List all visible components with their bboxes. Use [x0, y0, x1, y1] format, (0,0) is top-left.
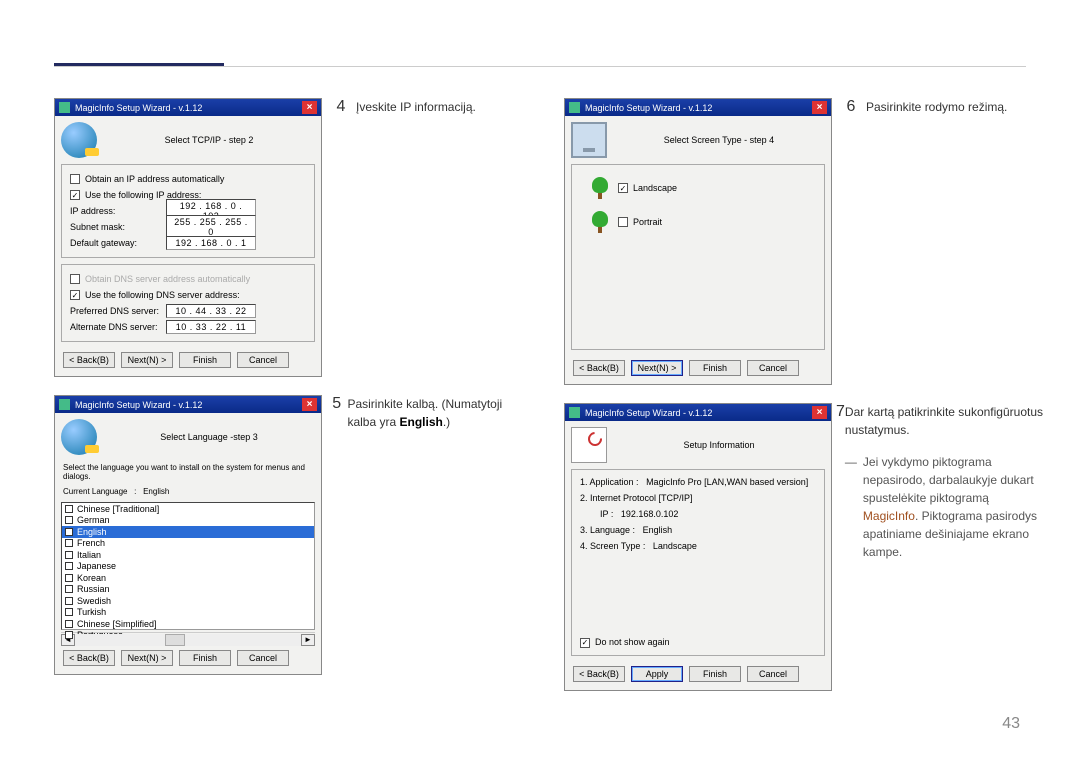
titlebar: MagicInfo Setup Wizard - v.1.12 ×: [565, 404, 831, 421]
next-button[interactable]: Next(N) >: [121, 352, 173, 368]
list-item[interactable]: French: [62, 538, 314, 550]
label-gateway: Default gateway:: [70, 238, 166, 248]
back-button[interactable]: < Back(B): [63, 650, 115, 666]
app-icon: [59, 399, 70, 410]
app-icon: [569, 407, 580, 418]
back-button[interactable]: < Back(B): [573, 360, 625, 376]
step-number-4: 4: [326, 98, 356, 377]
step-header: Select Language -step 3: [103, 432, 315, 442]
globe-icon: [61, 122, 97, 158]
titlebar: MagicInfo Setup Wizard - v.1.12 ×: [565, 99, 831, 116]
apply-button[interactable]: Apply: [631, 666, 683, 682]
step-number-5: 5: [326, 395, 347, 675]
cancel-button[interactable]: Cancel: [747, 360, 799, 376]
cancel-button[interactable]: Cancel: [237, 352, 289, 368]
label-pref-dns: Preferred DNS server:: [70, 306, 166, 316]
label-landscape: Landscape: [633, 183, 677, 193]
label-alt-dns: Alternate DNS server:: [70, 322, 166, 332]
window-title: MagicInfo Setup Wizard - v.1.12: [585, 103, 812, 113]
step-text-5: Pasirinkite kalbą. (Numatytoji kalba yra…: [347, 395, 534, 675]
input-pref-dns[interactable]: 10 . 44 . 33 . 22: [166, 304, 256, 318]
panel-tcpip: MagicInfo Setup Wizard - v.1.12 × Select…: [54, 98, 322, 377]
globe-icon: [61, 419, 97, 455]
panel-setup-info: MagicInfo Setup Wizard - v.1.12 × Setup …: [564, 403, 832, 691]
step-number-7: 7: [836, 403, 845, 691]
note-text: Jei vykdymo piktograma nepasirodo, darba…: [845, 453, 1044, 561]
list-item[interactable]: German: [62, 515, 314, 527]
list-item[interactable]: Chinese [Traditional]: [62, 503, 314, 515]
list-item[interactable]: Korean: [62, 572, 314, 584]
window-title: MagicInfo Setup Wizard - v.1.12: [75, 400, 302, 410]
info-app: MagicInfo Pro [LAN,WAN based version]: [646, 477, 808, 487]
scrollbar[interactable]: ◄ ►: [61, 632, 315, 646]
close-icon[interactable]: ×: [302, 398, 317, 411]
step-header: Setup Information: [613, 440, 825, 450]
back-button[interactable]: < Back(B): [63, 352, 115, 368]
step-text-7: Dar kartą patikrinkite sukonfigūruotus n…: [845, 403, 1044, 439]
list-item[interactable]: Turkish: [62, 607, 314, 619]
checkbox-landscape[interactable]: [618, 183, 628, 193]
list-item[interactable]: Russian: [62, 584, 314, 596]
info-lang: English: [643, 525, 673, 535]
list-item[interactable]: Japanese: [62, 561, 314, 573]
doc-icon: [571, 427, 607, 463]
step-text-4: Įveskite IP informaciją.: [356, 98, 476, 377]
finish-button[interactable]: Finish: [689, 360, 741, 376]
cur-lang-value: English: [143, 487, 169, 496]
lang-intro: Select the language you want to install …: [61, 461, 315, 485]
cur-lang-label: Current Language: [63, 487, 128, 496]
checkbox-use-dns[interactable]: [70, 290, 80, 300]
step-header: Select TCP/IP - step 2: [103, 135, 315, 145]
list-item[interactable]: English: [62, 526, 314, 538]
close-icon[interactable]: ×: [302, 101, 317, 114]
checkbox-do-not-show[interactable]: [580, 638, 590, 648]
label-auto-ip: Obtain an IP address automatically: [85, 174, 224, 184]
finish-button[interactable]: Finish: [689, 666, 741, 682]
finish-button[interactable]: Finish: [179, 352, 231, 368]
input-gateway[interactable]: 192 . 168 . 0 . 1: [166, 236, 256, 250]
window-title: MagicInfo Setup Wizard - v.1.12: [585, 408, 812, 418]
list-item[interactable]: Chinese [Simplified]: [62, 618, 314, 630]
monitor-icon: [571, 122, 607, 158]
titlebar: MagicInfo Setup Wizard - v.1.12 ×: [55, 396, 321, 413]
next-button[interactable]: Next(N) >: [121, 650, 173, 666]
step-text-6: Pasirinkite rodymo režimą.: [866, 98, 1007, 385]
language-list[interactable]: Chinese [Traditional]GermanEnglishFrench…: [61, 502, 315, 630]
label-portrait: Portrait: [633, 217, 662, 227]
list-item[interactable]: Swedish: [62, 595, 314, 607]
cancel-button[interactable]: Cancel: [747, 666, 799, 682]
label-use-dns: Use the following DNS server address:: [85, 290, 240, 300]
checkbox-auto-ip[interactable]: [70, 174, 80, 184]
checkbox-use-ip[interactable]: [70, 190, 80, 200]
label-ip: IP address:: [70, 206, 166, 216]
panel-language: MagicInfo Setup Wizard - v.1.12 × Select…: [54, 395, 322, 675]
info-ip: 192.168.0.102: [621, 509, 679, 519]
page-number: 43: [1002, 715, 1020, 733]
step-header: Select Screen Type - step 4: [613, 135, 825, 145]
input-alt-dns[interactable]: 10 . 33 . 22 . 11: [166, 320, 256, 334]
panel-screen-type: MagicInfo Setup Wizard - v.1.12 × Select…: [564, 98, 832, 385]
info-screen: Landscape: [653, 541, 697, 551]
tree-icon: [590, 177, 610, 199]
label-do-not-show: Do not show again: [595, 637, 670, 647]
cancel-button[interactable]: Cancel: [237, 650, 289, 666]
titlebar: MagicInfo Setup Wizard - v.1.12 ×: [55, 99, 321, 116]
checkbox-portrait[interactable]: [618, 217, 628, 227]
close-icon[interactable]: ×: [812, 101, 827, 114]
next-button[interactable]: Next(N) >: [631, 360, 683, 376]
label-subnet: Subnet mask:: [70, 222, 166, 232]
app-icon: [569, 102, 580, 113]
finish-button[interactable]: Finish: [179, 650, 231, 666]
tree-icon: [590, 211, 610, 233]
close-icon[interactable]: ×: [812, 406, 827, 419]
list-item[interactable]: Italian: [62, 549, 314, 561]
window-title: MagicInfo Setup Wizard - v.1.12: [75, 103, 302, 113]
back-button[interactable]: < Back(B): [573, 666, 625, 682]
checkbox-auto-dns: [70, 274, 80, 284]
step-number-6: 6: [836, 98, 866, 385]
info-protocol: 2. Internet Protocol [TCP/IP]: [574, 490, 822, 506]
label-auto-dns: Obtain DNS server address automatically: [85, 274, 250, 284]
app-icon: [59, 102, 70, 113]
